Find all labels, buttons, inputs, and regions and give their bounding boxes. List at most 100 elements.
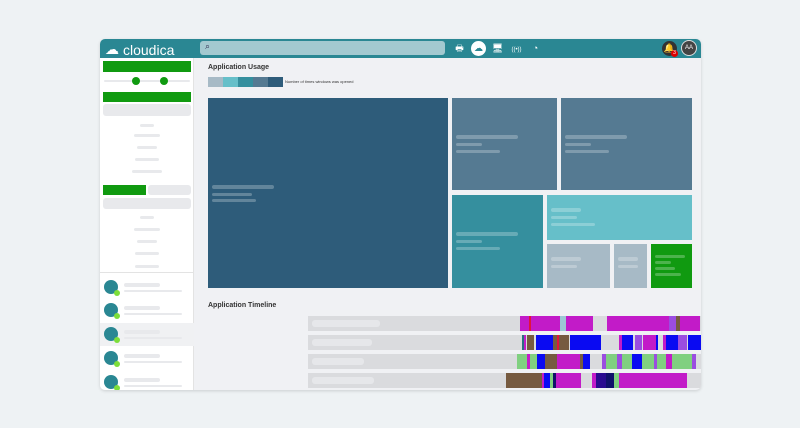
timeline-segment-lightblue[interactable] [560, 316, 566, 331]
timeline-segment-brown[interactable] [505, 373, 542, 388]
skeleton-placeholder [124, 378, 160, 382]
timeline-segment-magenta[interactable] [523, 335, 526, 350]
treemap-tile[interactable] [547, 244, 610, 288]
search-input[interactable]: ⌕ [200, 41, 445, 55]
timeline-segment-green[interactable] [517, 354, 527, 369]
timeline-segment-blue[interactable] [569, 335, 601, 350]
timeline-segment-blue[interactable] [687, 335, 701, 350]
timeline-segment-red[interactable] [529, 316, 532, 331]
list-item[interactable] [137, 240, 157, 243]
list-item[interactable] [140, 124, 154, 127]
timeline-segment-green[interactable] [606, 354, 617, 369]
tab-inactive[interactable] [148, 185, 191, 195]
timeline-segment-magenta[interactable] [619, 373, 687, 388]
filter-input-2[interactable] [103, 198, 191, 209]
list-item[interactable] [137, 146, 157, 149]
timeline-row[interactable] [308, 373, 701, 388]
timeline-segment-green[interactable] [530, 354, 537, 369]
filter-bar-2[interactable] [103, 92, 191, 102]
timeline-segment-brown[interactable] [545, 354, 557, 369]
logo[interactable]: ☁ cloudica [105, 41, 174, 58]
list-item[interactable] [134, 134, 160, 137]
skeleton-placeholder [212, 185, 274, 189]
timeline-segment-blue[interactable] [655, 335, 658, 350]
treemap-tile[interactable] [452, 195, 543, 288]
treemap-tile[interactable] [208, 98, 448, 288]
list-item[interactable] [135, 265, 159, 268]
printer-nav-button[interactable]: 🖶 [452, 41, 467, 56]
range-slider-track[interactable] [104, 80, 190, 82]
timeline-segment-green[interactable] [622, 354, 632, 369]
user-list-item[interactable] [100, 276, 194, 299]
timeline-segment-brown[interactable] [675, 316, 681, 331]
online-status-icon [114, 385, 120, 390]
timeline-row[interactable] [308, 354, 701, 369]
timeline-row[interactable] [308, 335, 701, 350]
online-status-icon [114, 313, 120, 319]
notifications-button[interactable]: 🔔 3 [662, 41, 678, 57]
legend-swatch [238, 77, 253, 87]
skeleton-placeholder [124, 361, 182, 363]
timeline-segment-blue[interactable] [666, 335, 678, 350]
timeline-segment-blue[interactable] [536, 354, 546, 369]
treemap-tile[interactable] [452, 98, 557, 190]
timeline-segment-red[interactable] [556, 335, 560, 350]
timeline-row[interactable] [308, 316, 701, 331]
timeline-segment-blue[interactable] [535, 335, 553, 350]
avatar[interactable]: AA [681, 40, 697, 56]
skeleton-placeholder [212, 193, 252, 196]
treemap-tile[interactable] [547, 195, 692, 240]
skeleton-placeholder [124, 330, 160, 334]
timeline-segment-blue[interactable] [631, 354, 642, 369]
skeleton-placeholder [124, 337, 182, 339]
skeleton-placeholder [551, 208, 581, 212]
treemap-tile[interactable] [561, 98, 692, 190]
skeleton-placeholder [655, 267, 675, 270]
tab-active[interactable] [103, 185, 146, 195]
skeleton-placeholder [124, 354, 160, 358]
treemap-tile[interactable] [651, 244, 692, 288]
user-list-item[interactable] [100, 323, 194, 346]
timeline-segment-green[interactable] [656, 354, 667, 369]
timeline-segment-brown[interactable] [526, 335, 535, 350]
divider [100, 272, 194, 273]
monitor-nav-button[interactable]: 🖥 [490, 41, 505, 56]
cloud-nav-button[interactable]: ☁ [471, 41, 486, 56]
clock-user-nav-button[interactable]: ◔ [528, 41, 543, 56]
timeline-segment-brown[interactable] [552, 335, 569, 350]
legend-swatch [223, 77, 238, 87]
timeline-segment-magenta[interactable] [642, 335, 656, 350]
timeline-segment-green[interactable] [671, 354, 692, 369]
timeline-segment-purple[interactable] [669, 316, 676, 331]
timeline-segment-blue[interactable] [582, 354, 591, 369]
filter-bar[interactable] [103, 61, 191, 72]
timeline-segment-magenta[interactable] [556, 354, 580, 369]
list-item[interactable] [135, 158, 159, 161]
treemap-tile[interactable] [614, 244, 647, 288]
user-list-item[interactable] [100, 371, 194, 390]
list-item[interactable] [135, 252, 159, 255]
list-item[interactable] [134, 228, 160, 231]
timeline-segment-magenta[interactable] [607, 316, 701, 331]
timeline-segment-green[interactable] [641, 354, 655, 369]
user-list-item[interactable] [100, 347, 194, 370]
broadcast-nav-button[interactable]: ((•)) [509, 41, 524, 56]
list-item[interactable] [140, 216, 154, 219]
timeline-row-label [312, 377, 374, 384]
timeline-segment-magenta[interactable] [555, 373, 581, 388]
online-status-icon [114, 337, 120, 343]
slider-handle-start[interactable] [132, 77, 140, 85]
slider-handle-end[interactable] [160, 77, 168, 85]
timeline-segment-indigo[interactable] [595, 373, 607, 388]
list-item[interactable] [132, 170, 162, 173]
timeline-segment-purple[interactable] [677, 335, 687, 350]
timeline-segment-purple[interactable] [635, 335, 642, 350]
skeleton-placeholder [124, 385, 182, 387]
filter-input[interactable] [103, 104, 191, 116]
user-list-item[interactable] [100, 299, 194, 322]
skeleton-placeholder [551, 223, 595, 226]
online-status-icon [114, 290, 120, 296]
timeline-segment-navy[interactable] [606, 373, 614, 388]
timeline-segment-blue[interactable] [622, 335, 633, 350]
timeline-segment-purple[interactable] [691, 354, 697, 369]
